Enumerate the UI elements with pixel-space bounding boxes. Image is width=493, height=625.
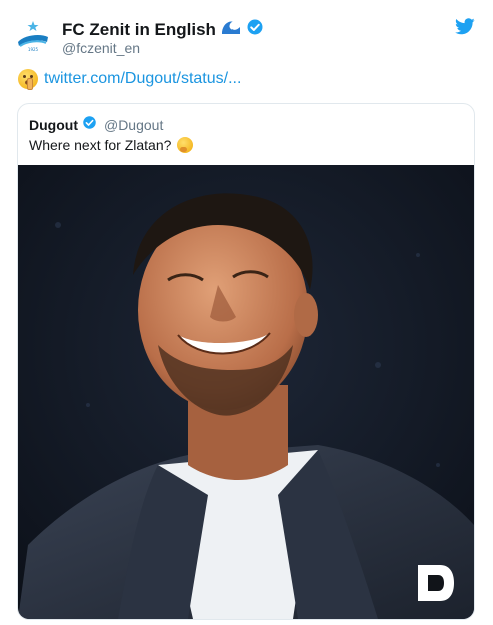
svg-text:1925: 1925: [28, 47, 39, 52]
thinking-face-icon: [177, 137, 194, 153]
shushing-face-icon: [18, 69, 38, 90]
zenit-logo-icon: 1925: [18, 21, 48, 52]
zenit-logo-avatar[interactable]: 1925: [14, 18, 52, 56]
author-handle[interactable]: @fczenit_en: [62, 40, 140, 56]
status-link[interactable]: twitter.com/Dugout/status/...: [44, 70, 241, 88]
tweet-card: 1925 FC Zenit in English @fczenit_en twi…: [0, 0, 493, 625]
photo-illustration: [18, 165, 474, 619]
quoted-handle[interactable]: @Dugout: [104, 117, 163, 133]
quoted-display-name[interactable]: Dugout: [29, 117, 78, 133]
dugout-logo-icon: [414, 561, 458, 605]
quoted-author-row: Dugout @Dugout: [29, 115, 163, 135]
author-display-name[interactable]: FC Zenit in English: [62, 20, 216, 40]
wave-icon: [219, 18, 242, 41]
verified-badge-icon: [246, 18, 264, 41]
verified-badge-icon: [82, 115, 97, 135]
twitter-bird-icon[interactable]: [455, 18, 475, 35]
tweet-body: twitter.com/Dugout/status/...: [18, 69, 241, 90]
quoted-text-row: Where next for Zlatan?: [29, 137, 194, 153]
quoted-tweet[interactable]: Dugout @Dugout Where next for Zlatan?: [17, 103, 475, 620]
author-name-row[interactable]: FC Zenit in English: [62, 18, 264, 41]
quoted-text: Where next for Zlatan?: [29, 137, 172, 153]
quoted-media-photo[interactable]: [18, 165, 474, 619]
